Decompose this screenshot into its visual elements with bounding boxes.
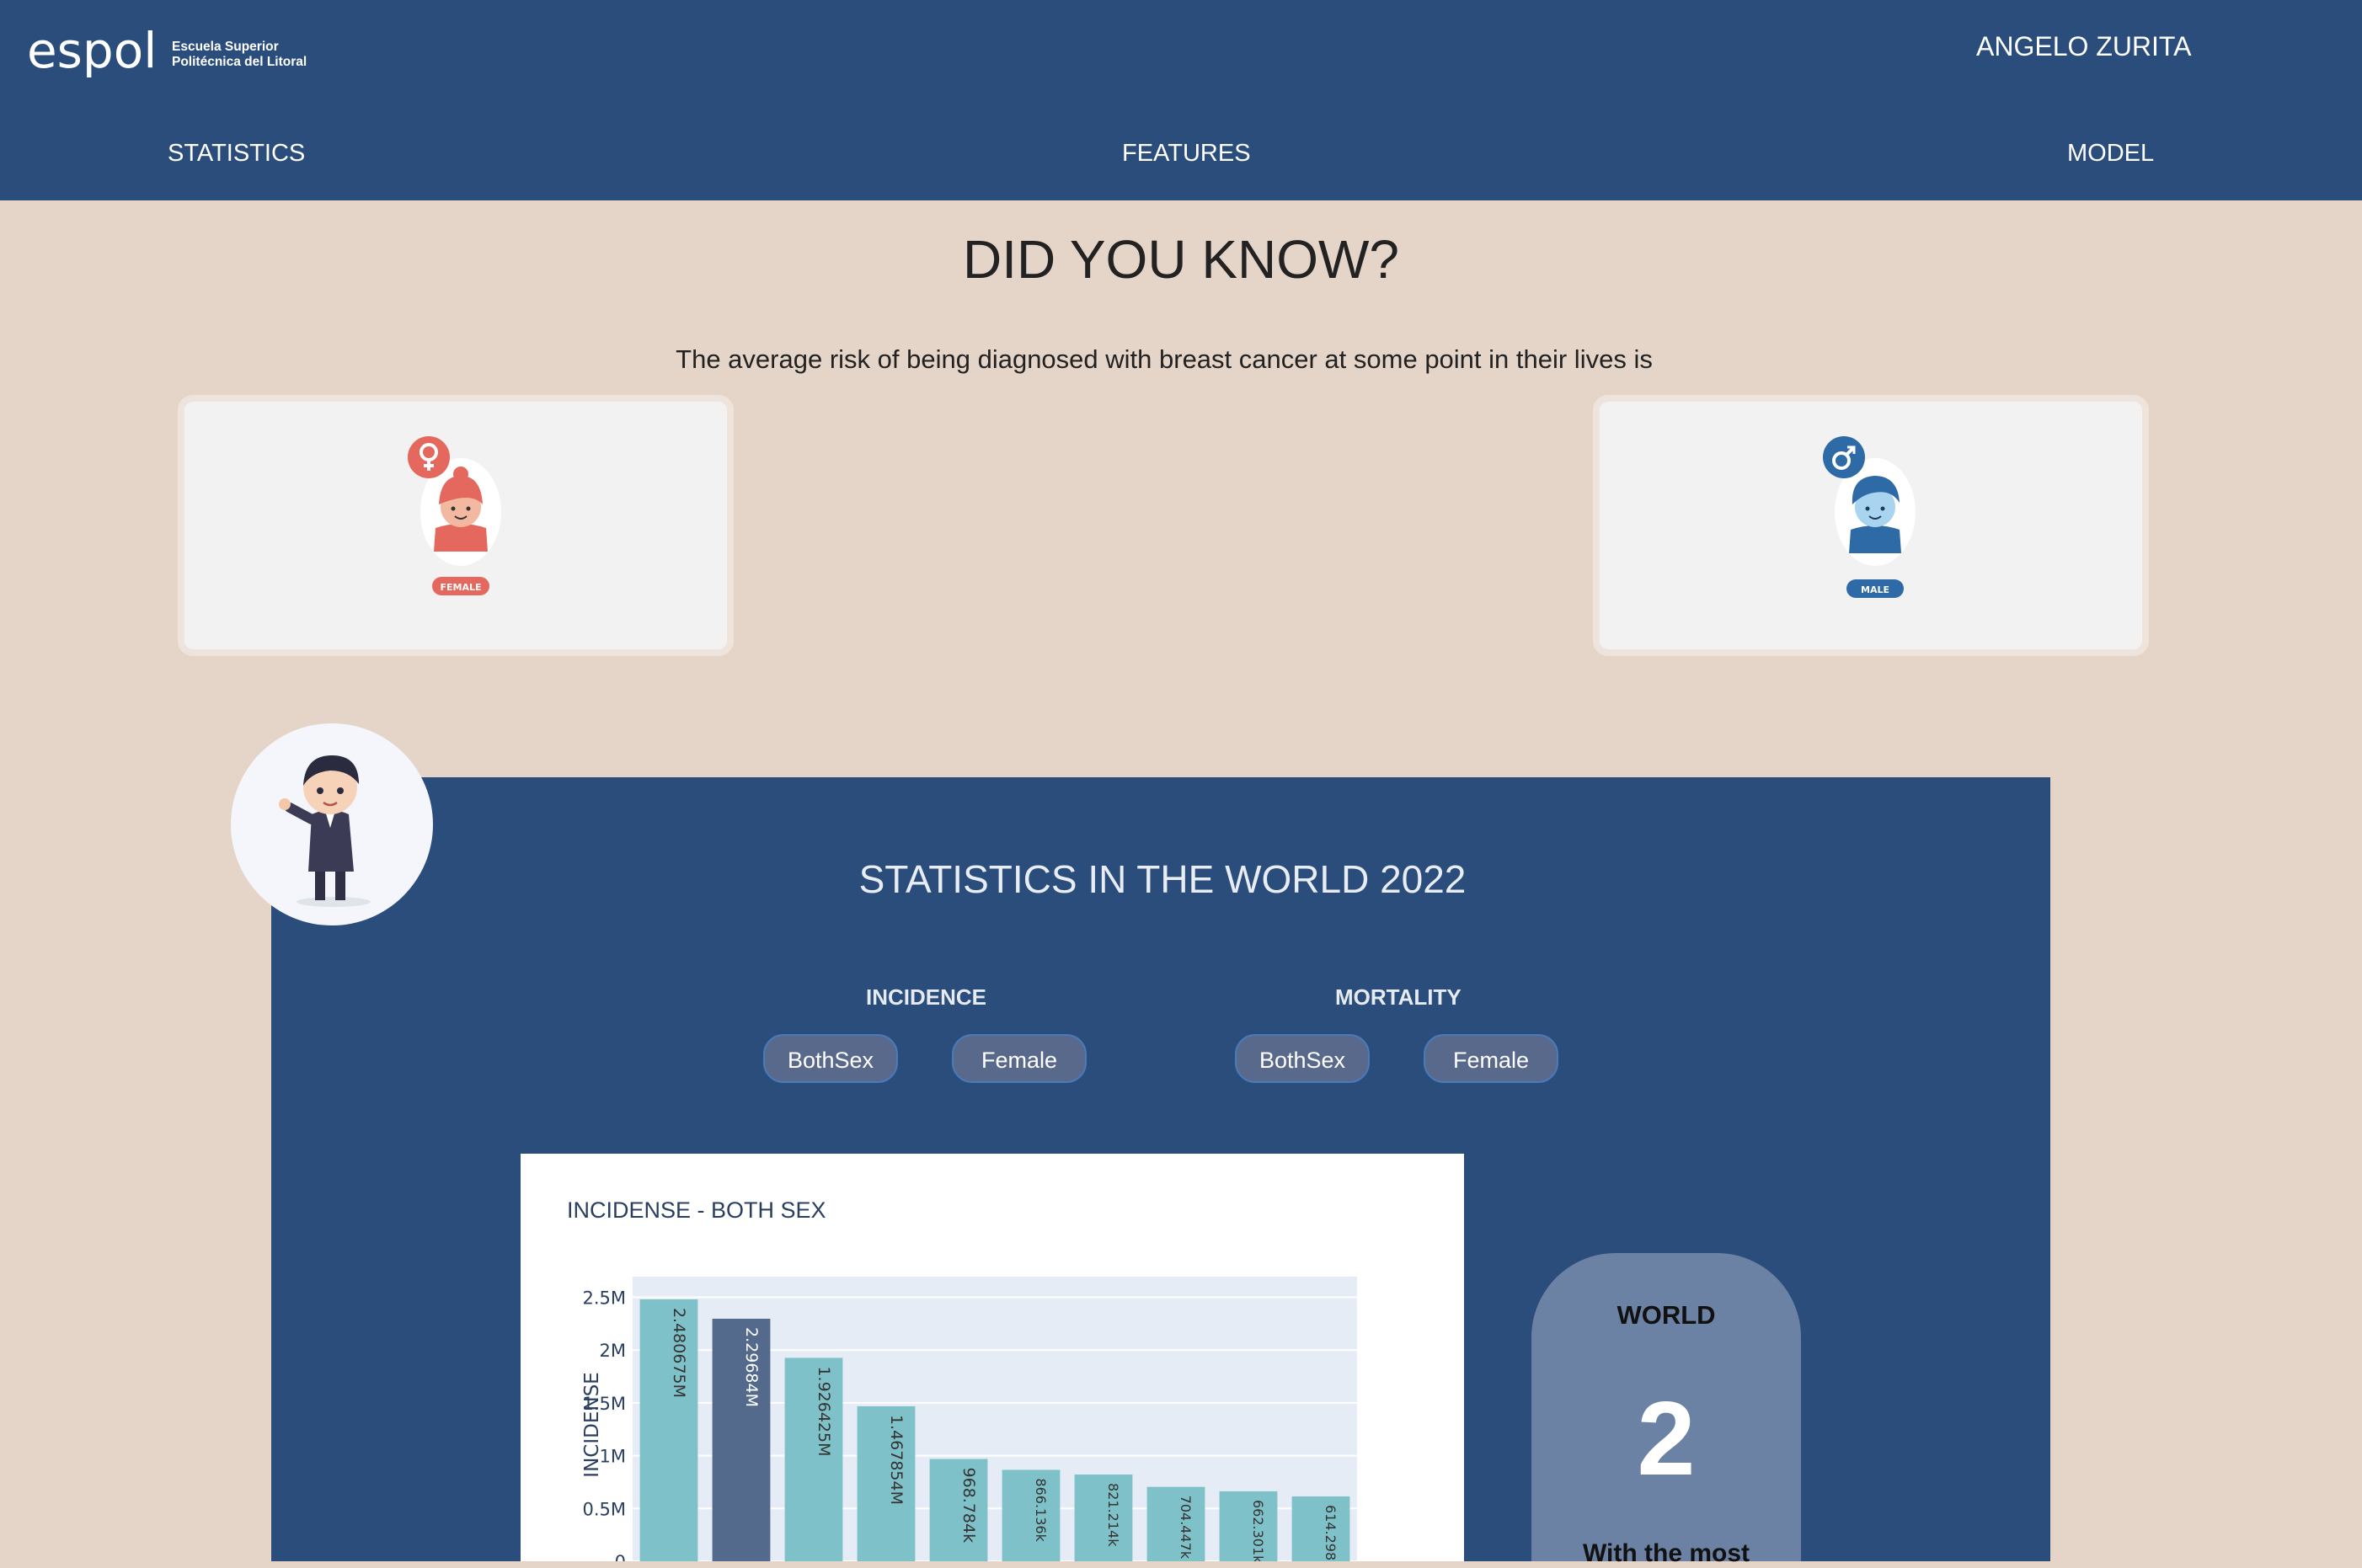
male-avatar-icon: MALE [1823, 436, 1916, 598]
logo-line2: Politécnica del Litoral [172, 55, 307, 69]
world-label: WORLD [1617, 1300, 1716, 1330]
chart-y-tick-label: 0 [615, 1552, 626, 1561]
world-caption: With the most [1582, 1539, 1750, 1567]
chart-y-tick-label: 2M [600, 1341, 626, 1361]
female-risk-card: FEMALE [178, 395, 734, 656]
chart-bar [1074, 1475, 1133, 1561]
did-you-know-title: DID YOU KNOW? [963, 229, 1399, 290]
chart-y-tick-label: 2.5M [582, 1288, 626, 1309]
chart-bar [712, 1319, 771, 1561]
incidence-female-button[interactable]: Female [952, 1034, 1087, 1083]
chart-bar [639, 1299, 698, 1561]
chart-bar [1002, 1469, 1061, 1561]
chart-bar [784, 1357, 843, 1561]
chart-bar [1146, 1486, 1205, 1561]
world-rank-box: WORLD 2 With the most [1531, 1253, 1801, 1567]
chart-data-label: 968.784k [959, 1468, 978, 1544]
chart-bar [1219, 1491, 1278, 1561]
nav-model[interactable]: MODEL [2067, 140, 2154, 168]
chart-data-label: 2.29684M [742, 1327, 761, 1407]
chart-data-label: 662.301k [1250, 1500, 1266, 1561]
nav-features[interactable]: FEATURES [1122, 140, 1251, 168]
male-risk-card: MALE [1593, 395, 2149, 656]
chart-data-label: 821.214k [1105, 1483, 1121, 1547]
mortality-female-button[interactable]: Female [1424, 1034, 1558, 1083]
top-header: espol Escuela Superior Politécnica del L… [0, 0, 2362, 200]
world-rank-number: 2 [1637, 1381, 1696, 1497]
chart-data-label: 1.467854M [887, 1415, 906, 1505]
espol-logo[interactable]: espol Escuela Superior Politécnica del L… [27, 24, 307, 86]
female-avatar-icon: FEMALE [408, 436, 501, 595]
chart-data-label: 866.136k [1033, 1478, 1049, 1542]
logo-subtitle: Escuela Superior Politécnica del Litoral [172, 40, 307, 70]
svg-text:espol: espol [27, 24, 157, 79]
statistics-title: STATISTICS IN THE WORLD 2022 [858, 857, 1467, 901]
chart-data-label: 1.926425M [815, 1366, 833, 1456]
chart-bar [1291, 1496, 1350, 1561]
chart-data-label: 2.480675M [670, 1308, 688, 1398]
incidence-label: INCIDENCE [866, 984, 987, 1010]
mortality-bothsex-button[interactable]: BothSex [1235, 1034, 1370, 1083]
incidence-chart-card: 00.5M1M1.5M2M2.5MINCIDENSE2.480675M2.296… [521, 1154, 1464, 1561]
did-you-know-subtitle: The average risk of being diagnosed with… [676, 344, 1653, 374]
female-badge: FEMALE [440, 582, 481, 593]
chart-y-axis-label: INCIDENSE [581, 1372, 603, 1477]
incidence-bothsex-button[interactable]: BothSex [763, 1034, 898, 1083]
chart-bar [857, 1405, 916, 1561]
chart-data-label: 704.447k [1178, 1496, 1194, 1560]
espol-wordmark: espol [27, 24, 157, 79]
chart-title: INCIDENSE - BOTH SEX [567, 1197, 826, 1223]
chart-y-tick-label: 1M [600, 1447, 626, 1467]
chart-bar [929, 1459, 988, 1561]
nav-statistics[interactable]: STATISTICS [168, 140, 305, 168]
male-badge: MALE [1861, 584, 1889, 595]
logo-line1: Escuela Superior [172, 40, 279, 54]
user-name[interactable]: ANGELO ZURITA [1976, 31, 2191, 62]
mortality-label: MORTALITY [1335, 984, 1462, 1010]
chart-data-label: 614.298k [1323, 1505, 1339, 1561]
chart-y-tick-label: 0.5M [582, 1499, 626, 1519]
